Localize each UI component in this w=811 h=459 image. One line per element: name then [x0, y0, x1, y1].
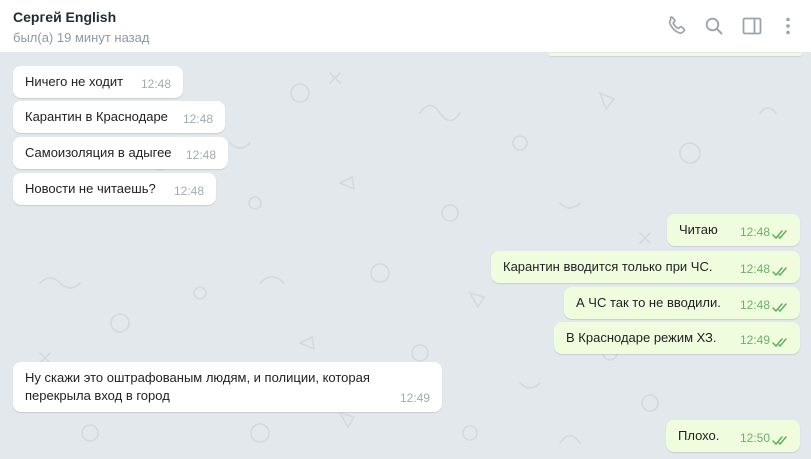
message-incoming[interactable]: Карантин в Краснодаре 12:48 — [13, 101, 225, 133]
message-text: Ну скажи это оштрафованым людям, и полиц… — [25, 370, 370, 403]
double-check-icon — [772, 303, 787, 313]
message-text: Читаю — [679, 222, 718, 237]
message-text: Ничего не ходит — [25, 74, 124, 89]
message-incoming[interactable]: Новости не читаешь? 12:48 — [13, 173, 216, 205]
message-outgoing[interactable]: А ЧС так то не вводили. 12:48 — [564, 287, 800, 319]
message-time: 12:48 — [182, 112, 213, 126]
previous-message-edge — [548, 53, 802, 56]
message-text: Новости не читаешь? — [25, 181, 156, 196]
message-time: 12:48 — [739, 225, 770, 239]
message-incoming[interactable]: Ну скажи это оштрафованым людям, и полиц… — [13, 362, 442, 412]
double-check-icon — [772, 267, 787, 277]
message-time: 12:48 — [739, 262, 770, 276]
sidebar-toggle-icon[interactable] — [740, 14, 764, 38]
message-time: 12:49 — [399, 391, 430, 405]
message-time: 12:48 — [739, 298, 770, 312]
message-outgoing[interactable]: Читаю 12:48 — [667, 214, 800, 246]
message-text: Самоизоляция в адыгее — [25, 145, 172, 160]
message-outgoing[interactable]: В Краснодаре режим ХЗ. 12:49 — [554, 322, 800, 354]
more-vertical-icon[interactable] — [776, 14, 800, 38]
double-check-icon — [772, 230, 787, 240]
chat-title[interactable]: Сергей English — [13, 9, 116, 25]
search-icon[interactable] — [702, 14, 726, 38]
message-time: 12:48 — [140, 77, 171, 91]
message-outgoing[interactable]: Плохо. 12:50 — [666, 420, 800, 452]
message-outgoing[interactable]: Карантин вводится только при ЧС. 12:48 — [491, 251, 800, 283]
message-list[interactable]: Ничего не ходит 12:48 Карантин в Краснод… — [0, 53, 811, 459]
phone-icon[interactable] — [664, 14, 688, 38]
message-time: 12:50 — [739, 431, 770, 445]
message-text: Карантин в Краснодаре — [25, 109, 168, 124]
message-time: 12:49 — [739, 333, 770, 347]
message-text: Плохо. — [678, 428, 720, 443]
message-text: В Краснодаре режим ХЗ. — [566, 330, 717, 345]
message-text: Карантин вводится только при ЧС. — [503, 259, 713, 274]
chat-header: Сергей English был(а) 19 минут назад — [0, 0, 811, 53]
double-check-icon — [772, 338, 787, 348]
message-time: 12:48 — [173, 184, 204, 198]
message-incoming[interactable]: Самоизоляция в адыгее 12:48 — [13, 137, 228, 169]
double-check-icon — [772, 436, 787, 446]
message-text: А ЧС так то не вводили. — [576, 295, 721, 310]
message-incoming[interactable]: Ничего не ходит 12:48 — [13, 66, 183, 98]
last-seen-status: был(а) 19 минут назад — [13, 30, 150, 45]
message-time: 12:48 — [185, 148, 216, 162]
